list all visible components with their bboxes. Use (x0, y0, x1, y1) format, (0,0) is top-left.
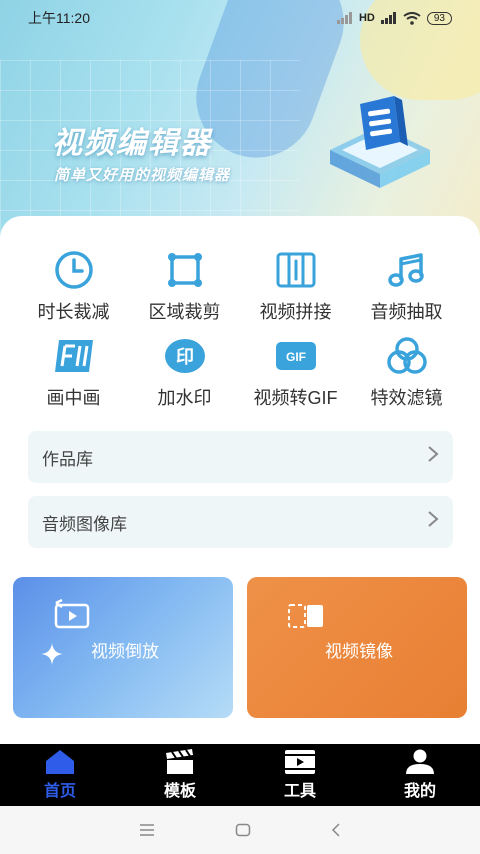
status-bar: 上午11:20 HD 93 (0, 0, 480, 36)
tool-duration-trim[interactable]: 时长裁减 (18, 250, 129, 322)
tool-label: 画中画 (46, 388, 101, 408)
tool-picture-in-picture[interactable]: 画中画 (18, 336, 129, 408)
chevron-right-icon (427, 445, 439, 469)
gif-badge: GIF (286, 350, 306, 364)
tool-label: 音频抽取 (370, 302, 443, 322)
tab-templates[interactable]: 模板 (120, 744, 240, 806)
user-icon (406, 749, 434, 774)
mirror-icon (288, 604, 323, 628)
video-mirror-card[interactable]: 视频镜像 (247, 577, 467, 718)
network-badge: HD (358, 12, 375, 24)
watermark-badge: 印 (176, 347, 194, 368)
audio-image-library-label: 音频图像库 (42, 514, 127, 534)
tab-mine-label: 我的 (403, 783, 436, 800)
bottom-tab-bar: 首页 模板 工具 我的 (0, 744, 480, 806)
menu-icon[interactable] (139, 824, 155, 836)
tool-region-crop[interactable]: 区域裁剪 (129, 250, 240, 322)
clock-icon (52, 250, 96, 290)
tool-label: 加水印 (157, 388, 212, 408)
music-note-icon (385, 250, 429, 290)
system-nav-bar (0, 806, 480, 854)
app-subtitle: 简单又好用的视频编辑器 (54, 167, 231, 184)
tool-label: 视频拼接 (259, 302, 332, 322)
back-icon[interactable] (331, 823, 341, 837)
tool-label: 特效滤镜 (370, 388, 443, 408)
tool-audio-extract[interactable]: 音频抽取 (351, 250, 462, 322)
app-title: 视频编辑器 (52, 127, 212, 160)
video-reverse-label: 视频倒放 (91, 642, 159, 661)
status-time: 上午11:20 (28, 10, 90, 26)
wifi-icon (403, 11, 421, 25)
picture-in-picture-icon (52, 336, 96, 376)
tool-label: 区域裁剪 (148, 302, 221, 322)
tool-add-watermark[interactable]: 印 加水印 (129, 336, 240, 408)
video-reverse-card[interactable]: 视频倒放 (13, 577, 233, 718)
video-mirror-label: 视频镜像 (325, 642, 393, 661)
chevron-right-icon (427, 510, 439, 534)
clapperboard-icon (166, 749, 193, 774)
tool-effect-filter[interactable]: 特效滤镜 (351, 336, 462, 408)
crop-icon (163, 250, 207, 290)
sparkle-icon (41, 643, 63, 665)
home-button-icon[interactable] (235, 823, 251, 837)
tab-tools-label: 工具 (283, 783, 316, 800)
tool-label: 视频转GIF (253, 388, 338, 408)
home-icon (46, 750, 74, 774)
signal-icon-2 (380, 12, 396, 24)
works-library-row[interactable]: 作品库 (28, 431, 453, 483)
reverse-play-icon (54, 599, 90, 629)
battery-icon: 93 (426, 11, 452, 25)
tab-home-label: 首页 (43, 783, 76, 800)
tab-mine[interactable]: 我的 (360, 744, 480, 806)
tab-home[interactable]: 首页 (0, 744, 120, 806)
filter-icon (385, 336, 429, 376)
tool-video-merge[interactable]: 视频拼接 (240, 250, 351, 322)
tab-templates-label: 模板 (163, 783, 196, 800)
gif-icon: GIF (274, 336, 318, 376)
tool-grid: 时长裁减 区域裁剪 视频拼接 音频抽取 画中画 印 加水印 GIF 视频转GIF (18, 250, 462, 408)
works-library-label: 作品库 (42, 449, 93, 469)
tool-video-to-gif[interactable]: GIF 视频转GIF (240, 336, 351, 408)
video-tool-icon (285, 750, 315, 774)
audio-image-library-row[interactable]: 音频图像库 (28, 496, 453, 548)
tool-label: 时长裁减 (37, 302, 110, 322)
tab-tools[interactable]: 工具 (240, 744, 360, 806)
watermark-icon: 印 (163, 336, 207, 376)
editor-box-illustration (330, 96, 430, 188)
signal-icon (336, 12, 352, 24)
film-strip-icon (274, 250, 318, 290)
